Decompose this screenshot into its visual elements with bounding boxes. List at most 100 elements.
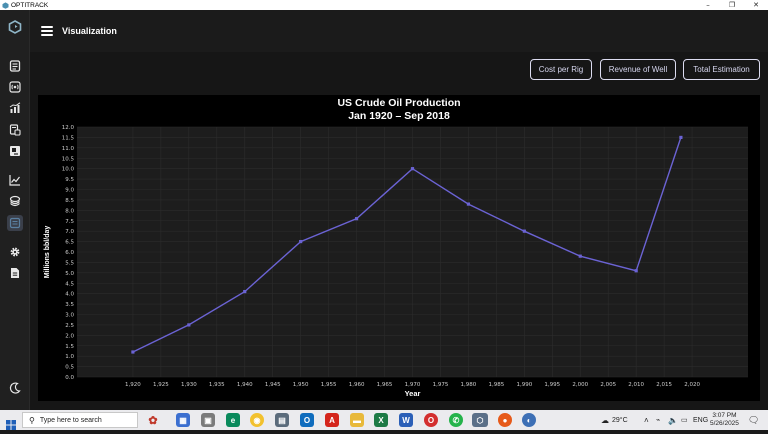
report-icon[interactable] [8, 59, 22, 73]
y-tick-label: 8.5 [65, 198, 74, 204]
y-tick-label: 0.0 [65, 375, 74, 381]
app-orange-icon[interactable]: ● [498, 413, 512, 427]
outlook-icon[interactable]: O [300, 413, 314, 427]
flowers-icon[interactable]: ✿ [140, 413, 166, 427]
minimize-button[interactable]: – [697, 0, 719, 10]
excel-icon[interactable]: X [374, 413, 388, 427]
whatsapp-icon[interactable]: ✆ [449, 413, 463, 427]
logo-icon[interactable] [8, 20, 22, 34]
line-chart: 0.0 0.5 1.0 1.5 2.0 2.5 3.0 3.5 4.0 4.5 5.0 5.5 6.0 6… [44, 125, 748, 398]
windows-start-icon[interactable] [6, 415, 16, 430]
y-tick-label: 6.0 [65, 250, 74, 256]
taskbar: ⚲ Type here to search ✿ ▦ ▣ e ◉ ▤ O A ▬ … [0, 410, 768, 430]
layers-icon[interactable] [8, 194, 22, 208]
app-icon [2, 1, 9, 9]
y-tick-label: 8.0 [65, 208, 74, 214]
chevron-up-icon[interactable]: ˄ [644, 410, 649, 430]
clock[interactable]: 3:07 PM 5/26/2025 [710, 410, 739, 430]
moon-icon[interactable] [8, 381, 22, 395]
y-tick-label: 11.0 [62, 146, 75, 152]
x-tick-label: 2,010 [628, 382, 644, 388]
x-tick-label: 1,940 [237, 382, 253, 388]
export-icon[interactable] [8, 144, 22, 158]
data-point [187, 323, 191, 327]
x-axis-label: Year [405, 389, 421, 398]
dashboard-icon[interactable] [7, 215, 23, 231]
x-tick-label: 1,965 [377, 382, 393, 388]
x-tick-label: 1,950 [293, 382, 309, 388]
x-tick-label: 1,920 [125, 382, 141, 388]
acrobat-icon[interactable]: A [325, 413, 339, 427]
cost-per-rig-button[interactable]: Cost per Rig [530, 59, 592, 80]
file-explorer-icon[interactable]: ▬ [350, 413, 364, 427]
search-placeholder: Type here to search [39, 416, 102, 424]
network-icon[interactable]: ⌁ [656, 410, 660, 430]
taskbar-search[interactable]: ⚲ Type here to search [22, 412, 138, 428]
x-tick-label: 2,000 [572, 382, 588, 388]
chart-up-icon[interactable] [8, 101, 22, 115]
signal-icon[interactable] [8, 80, 22, 94]
edge-icon[interactable]: e [226, 413, 240, 427]
settings-icon[interactable] [8, 245, 22, 259]
data-point [466, 202, 471, 206]
store-icon[interactable]: ▤ [275, 413, 289, 427]
y-tick-label: 3.0 [65, 313, 74, 319]
x-tick-label: 1,960 [349, 382, 365, 388]
y-tick-label: 7.5 [65, 219, 74, 225]
menu-icon[interactable] [41, 26, 53, 36]
chrome-icon[interactable]: ◉ [250, 413, 264, 427]
y-tick-label: 2.5 [65, 323, 74, 329]
document-icon[interactable] [8, 266, 22, 280]
y-tick-label: 0.5 [65, 365, 74, 371]
main-content: Cost per Rig Revenue of Well Total Estim… [30, 52, 768, 410]
y-tick-label: 4.0 [65, 292, 74, 298]
weather-widget[interactable]: ☁ 29°C [601, 410, 628, 430]
weather-icon: ☁ [601, 415, 609, 425]
y-tick-label: 3.5 [65, 302, 74, 308]
language-indicator[interactable]: ENG [693, 410, 708, 430]
x-tick-label: 1,945 [265, 382, 281, 388]
x-tick-label: 2,005 [600, 382, 616, 388]
window-titlebar: OPTITRACK – ❐ ✕ [0, 0, 768, 10]
close-button[interactable]: ✕ [745, 0, 767, 10]
page-title: Visualization [62, 26, 117, 36]
x-tick-label: 2,015 [656, 382, 672, 388]
clock-date: 5/26/2025 [710, 420, 739, 427]
data-point [634, 269, 638, 273]
notification-icon[interactable]: 🗨 [748, 410, 759, 430]
x-tick-label: 1,955 [321, 382, 337, 388]
total-estimation-button[interactable]: Total Estimation [683, 59, 760, 80]
analytics-icon[interactable] [8, 173, 22, 187]
y-tick-label: 2.0 [65, 333, 74, 339]
word-icon[interactable]: W [399, 413, 413, 427]
x-tick-label: 1,985 [489, 382, 505, 388]
volume-icon[interactable]: 🔈 [668, 410, 678, 430]
x-tick-label: 1,970 [405, 382, 421, 388]
widgets-icon[interactable]: ▦ [176, 413, 190, 427]
revenue-of-well-button[interactable]: Revenue of Well [600, 59, 676, 80]
chart-panel: US Crude Oil Production Jan 1920 – Sep 2… [38, 95, 760, 401]
y-tick-label: 7.0 [65, 229, 74, 235]
y-tick-label: 1.0 [65, 354, 74, 360]
sidebar [0, 10, 30, 410]
task-view-icon[interactable]: ▣ [201, 413, 215, 427]
y-axis-label: Millions bbl/day [44, 226, 51, 279]
y-tick-label: 4.5 [65, 281, 74, 287]
x-tick-label: 1,925 [153, 382, 169, 388]
y-tick-label: 10.5 [62, 156, 75, 162]
y-tick-label: 10.0 [62, 167, 75, 173]
y-tick-label: 9.5 [65, 177, 74, 183]
x-tick-label: 1,930 [181, 382, 197, 388]
opera-icon[interactable]: O [424, 413, 438, 427]
data-point [131, 350, 135, 354]
app-blue-icon[interactable]: ◐ [522, 413, 536, 427]
database-icon[interactable] [8, 123, 22, 137]
optitrack-taskbar-icon[interactable]: ⬡ [472, 413, 488, 427]
battery-icon[interactable]: ▭ [681, 410, 688, 430]
x-tick-label: 1,980 [461, 382, 477, 388]
maximize-button[interactable]: ❐ [721, 0, 743, 10]
y-tick-label: 5.0 [65, 271, 74, 277]
data-point [578, 254, 582, 258]
y-tick-label: 11.5 [62, 135, 75, 141]
y-tick-label: 12.0 [62, 125, 75, 131]
